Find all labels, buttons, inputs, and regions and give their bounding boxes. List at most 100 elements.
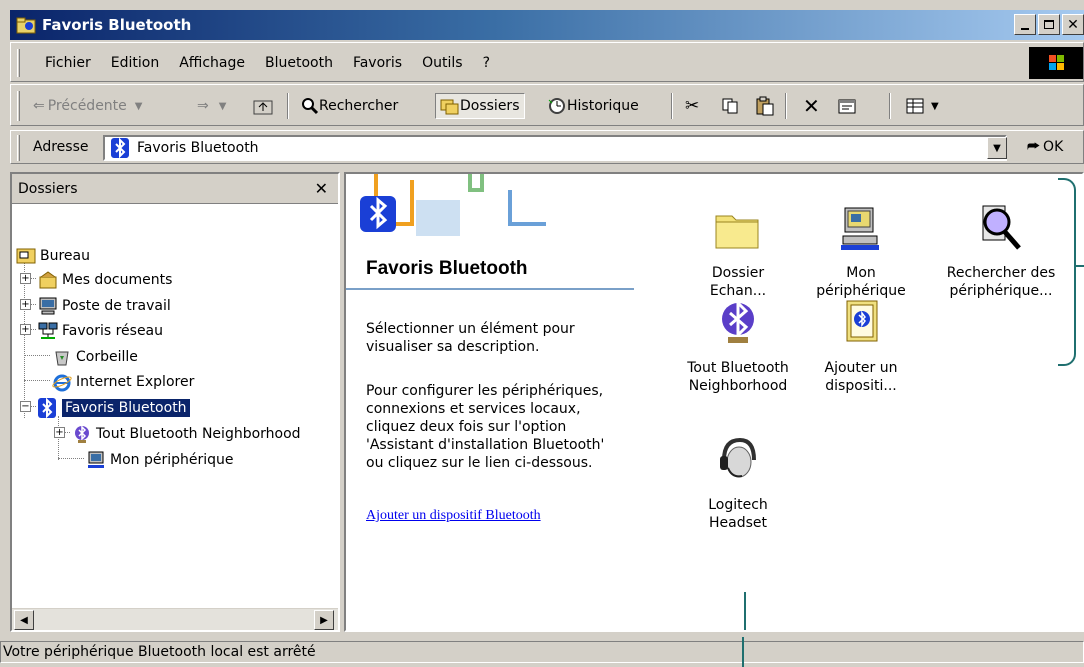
folder-up-icon	[253, 100, 273, 115]
window-title: Favoris Bluetooth	[42, 16, 192, 34]
bluetooth-globe-icon	[714, 299, 762, 347]
tree-item-tout-bluetooth-neighborhood[interactable]: Tout Bluetooth Neighborhood	[72, 422, 301, 446]
tree-item-label: Poste de travail	[62, 298, 171, 314]
menu-affichage[interactable]: Affichage	[169, 55, 255, 71]
item-label-line2: Neighborhood	[688, 378, 788, 394]
info-description: Sélectionner un élément pour visualiser …	[366, 321, 575, 355]
maximize-button[interactable]	[1038, 14, 1060, 35]
views-button[interactable]: ▼	[905, 93, 939, 119]
collapse-toggle[interactable]: −	[20, 401, 31, 412]
copy-icon	[722, 98, 738, 114]
item-ajouter-dispositif[interactable]: Ajouter un dispositi...	[796, 299, 926, 395]
folders-icon	[440, 99, 459, 115]
headset-icon	[714, 436, 762, 484]
go-label: OK	[1043, 139, 1064, 155]
menu-fichier[interactable]: Fichier	[35, 55, 101, 71]
tree-item-mes-documents[interactable]: Mes documents	[38, 268, 172, 292]
go-button[interactable]: ⮫ OK	[1027, 139, 1063, 155]
item-label-line2: périphérique...	[949, 283, 1053, 299]
item-tout-bluetooth-neighborhood[interactable]: Tout Bluetooth Neighborhood	[673, 299, 803, 395]
computer-device-icon	[86, 450, 106, 470]
item-label-line2: Headset	[708, 515, 767, 531]
computer-bluetooth-icon	[837, 204, 885, 252]
expand-toggle[interactable]: +	[54, 427, 65, 438]
item-label-line1: Dossier	[711, 265, 765, 281]
title-bar: Favoris Bluetooth ✕	[10, 10, 1084, 40]
history-button[interactable]: Historique	[547, 93, 639, 119]
folders-close-button[interactable]: ✕	[315, 179, 328, 198]
item-label-line1: Ajouter un	[824, 360, 898, 376]
folders-button[interactable]: Dossiers	[435, 93, 525, 119]
cut-button[interactable]: ✂	[685, 93, 699, 119]
search-icon	[302, 98, 319, 115]
paste-button[interactable]	[755, 93, 775, 119]
tree-item-favoris-bluetooth[interactable]: Favoris Bluetooth	[38, 396, 190, 420]
add-bluetooth-device-link[interactable]: Ajouter un dispositif Bluetooth	[366, 508, 541, 524]
info-panel-divider	[346, 288, 634, 290]
properties-button[interactable]	[837, 93, 857, 119]
windows-logo	[1029, 47, 1083, 79]
tree-item-bureau[interactable]: Bureau	[16, 244, 90, 268]
toolbar-separator	[785, 93, 787, 119]
folder-icon	[714, 204, 762, 252]
callout-line	[744, 592, 746, 630]
menu-outils[interactable]: Outils	[412, 55, 472, 71]
expand-toggle[interactable]: +	[20, 273, 31, 284]
status-text: Votre périphérique Bluetooth local est a…	[0, 641, 1084, 663]
desktop-icon	[16, 246, 36, 266]
properties-icon	[838, 99, 856, 114]
forward-arrow-icon: ⇒	[197, 98, 209, 114]
scroll-right-button[interactable]: ▶	[314, 610, 334, 630]
tree-item-label: Mon périphérique	[110, 452, 234, 468]
back-button[interactable]: ⇐ Précédente ▼	[33, 93, 142, 119]
back-dropdown-icon[interactable]: ▼	[135, 101, 143, 112]
tree-item-label: Mes documents	[62, 272, 173, 288]
item-rechercher-peripheriques[interactable]: Rechercher des périphérique...	[936, 204, 1066, 300]
expand-toggle[interactable]: +	[20, 324, 31, 335]
main-view: Favoris Bluetooth Sélectionner un élémen…	[344, 172, 1084, 632]
views-icon	[906, 98, 924, 114]
go-arrow-icon: ⮫	[1027, 139, 1041, 155]
delete-x-icon: ✕	[803, 94, 820, 118]
internet-explorer-icon	[52, 372, 72, 392]
close-button[interactable]: ✕	[1062, 14, 1084, 35]
address-input[interactable]: Favoris Bluetooth	[103, 135, 1007, 161]
delete-button[interactable]: ✕	[803, 93, 820, 119]
item-mon-peripherique[interactable]: Mon périphérique	[796, 204, 926, 300]
callout-bracket-tick	[1074, 265, 1084, 267]
forward-dropdown-icon[interactable]: ▼	[219, 101, 227, 112]
search-button[interactable]: Rechercher	[301, 93, 398, 119]
folders-label: Dossiers	[460, 98, 520, 114]
tree-item-poste-de-travail[interactable]: Poste de travail	[38, 294, 171, 318]
item-logitech-headset[interactable]: Logitech Headset	[673, 436, 803, 532]
tree-item-corbeille[interactable]: Corbeille	[52, 345, 138, 369]
item-dossier-echange[interactable]: Dossier Echan...	[673, 204, 803, 300]
callout-bracket	[1058, 178, 1076, 366]
tree-item-label: Bureau	[40, 248, 90, 264]
bluetooth-icon	[38, 397, 58, 419]
item-label-line2: Echan...	[709, 283, 767, 299]
expand-toggle[interactable]: +	[20, 299, 31, 310]
menu-help[interactable]: ?	[473, 55, 500, 71]
back-label: Précédente	[47, 98, 127, 114]
forward-button[interactable]: ⇒ ▼	[197, 93, 226, 119]
address-dropdown-button[interactable]: ▼	[987, 137, 1007, 159]
tree-item-favoris-reseau[interactable]: Favoris réseau	[38, 319, 163, 343]
views-dropdown-icon[interactable]: ▼	[931, 101, 939, 112]
copy-button[interactable]	[721, 93, 739, 119]
tree-item-internet-explorer[interactable]: Internet Explorer	[52, 370, 194, 394]
up-folder-button[interactable]	[253, 93, 273, 119]
tree-item-mon-peripherique[interactable]: Mon périphérique	[86, 448, 234, 472]
back-arrow-icon: ⇐	[33, 98, 45, 114]
folder-bluetooth-icon	[16, 16, 36, 34]
item-label-line1: Rechercher des	[946, 265, 1056, 281]
minimize-button[interactable]	[1014, 14, 1036, 35]
my-computer-icon	[38, 296, 58, 316]
menu-edition[interactable]: Edition	[101, 55, 169, 71]
menu-bluetooth[interactable]: Bluetooth	[255, 55, 343, 71]
scroll-left-button[interactable]: ◀	[14, 610, 34, 630]
toolbar-separator	[287, 93, 289, 119]
add-device-icon	[837, 299, 885, 347]
horizontal-scrollbar[interactable]: ◀ ▶	[12, 608, 338, 630]
menu-favoris[interactable]: Favoris	[343, 55, 412, 71]
